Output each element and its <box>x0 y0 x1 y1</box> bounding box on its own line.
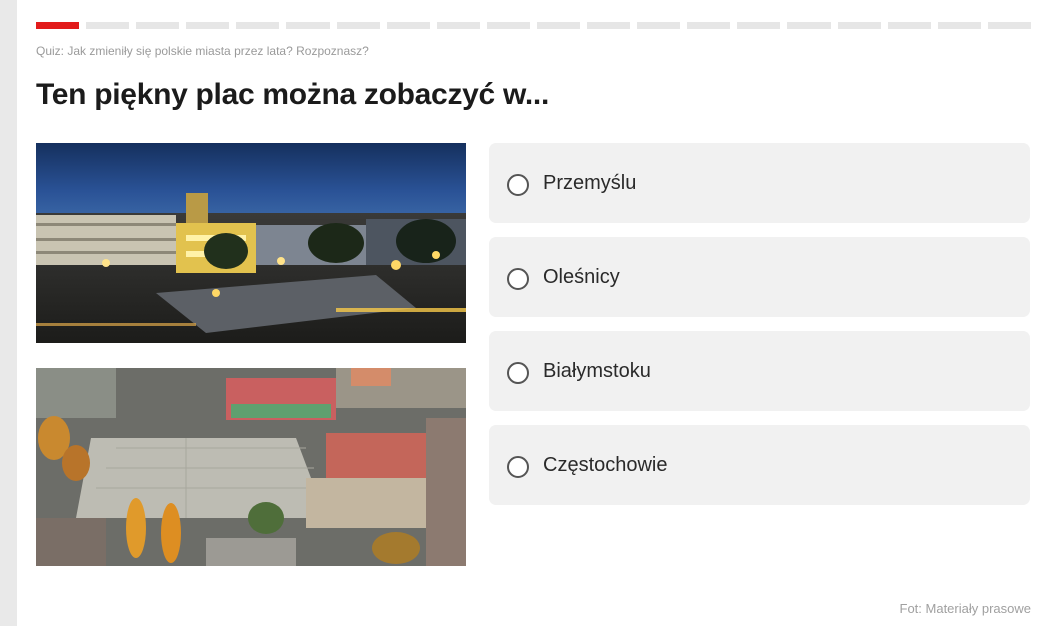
progress-segment <box>887 22 931 29</box>
progress-segment <box>86 22 130 29</box>
progress-segment <box>637 22 681 29</box>
progress-segment <box>987 22 1031 29</box>
answer-option[interactable]: Oleśnicy <box>489 237 1030 317</box>
progress-segment <box>737 22 781 29</box>
progress-segment <box>486 22 530 29</box>
progress-segment <box>136 22 180 29</box>
quiz-subtitle: Quiz: Jak zmieniły się polskie miasta pr… <box>36 44 369 58</box>
progress-segment <box>436 22 480 29</box>
progress-segment <box>236 22 280 29</box>
quiz-photo-aerial <box>36 368 466 566</box>
radio-button[interactable] <box>507 174 529 196</box>
answer-option[interactable]: Częstochowie <box>489 425 1030 505</box>
quiz-card: Quiz: Jak zmieniły się polskie miasta pr… <box>17 0 1041 626</box>
progress-segment <box>687 22 731 29</box>
answer-label: Białymstoku <box>543 359 651 382</box>
progress-segment <box>787 22 831 29</box>
answer-option[interactable]: Przemyślu <box>489 143 1030 223</box>
radio-button[interactable] <box>507 268 529 290</box>
progress-segment <box>837 22 881 29</box>
question-title: Ten piękny plac można zobaczyć w... <box>36 78 549 111</box>
progress-segment <box>937 22 981 29</box>
quiz-progress-bar <box>36 22 1031 29</box>
progress-segment-current <box>36 22 80 29</box>
answer-label: Częstochowie <box>543 453 668 476</box>
progress-segment <box>186 22 230 29</box>
progress-segment <box>587 22 631 29</box>
progress-segment <box>286 22 330 29</box>
answer-label: Oleśnicy <box>543 265 620 288</box>
answer-list: Przemyślu Oleśnicy Białymstoku Częstocho… <box>489 143 1030 519</box>
progress-segment <box>536 22 581 29</box>
progress-segment <box>386 22 430 29</box>
radio-button[interactable] <box>507 362 529 384</box>
progress-segment <box>336 22 380 29</box>
answer-label: Przemyślu <box>543 171 637 194</box>
quiz-photo-night <box>36 143 466 343</box>
photo-credit: Fot: Materiały prasowe <box>899 601 1032 616</box>
radio-button[interactable] <box>507 456 529 478</box>
answer-option[interactable]: Białymstoku <box>489 331 1030 411</box>
